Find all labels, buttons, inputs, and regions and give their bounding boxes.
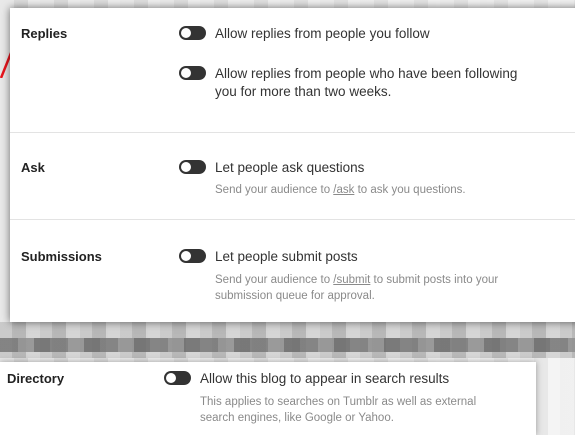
ask-option-text: Let people ask questions <box>215 160 365 175</box>
submissions-toggle[interactable] <box>179 249 206 263</box>
settings-panel: Replies Allow replies from people you fo… <box>10 8 575 322</box>
directory-toggle[interactable] <box>164 371 191 385</box>
ask-help-suffix: to ask you questions. <box>354 184 466 196</box>
directory-label: Directory <box>7 371 65 386</box>
submissions-label: Submissions <box>21 249 102 264</box>
ask-help-text: Send your audience to /ask to ask you qu… <box>215 182 466 198</box>
replies-two-weeks-toggle[interactable] <box>179 66 206 80</box>
submit-link[interactable]: /submit <box>333 274 370 286</box>
ask-help-prefix: Send your audience to <box>215 184 334 196</box>
directory-help-line1: This applies to searches on Tumblr as we… <box>200 396 477 408</box>
replies-two-weeks-line1: Allow replies from people who have been … <box>215 66 518 81</box>
submissions-help-prefix: Send your audience to <box>215 274 334 286</box>
directory-option[interactable]: Allow this blog to appear in search resu… <box>164 370 449 388</box>
replies-two-weeks-option[interactable]: Allow replies from people who have been … <box>179 65 517 101</box>
divider <box>10 219 575 220</box>
ask-option[interactable]: Let people ask questions <box>179 159 364 177</box>
replies-two-weeks-line2: you for more than two weeks. <box>215 84 392 99</box>
replies-two-weeks-text: Allow replies from people who have been … <box>215 65 517 101</box>
directory-panel: Directory Allow this blog to appear in s… <box>0 362 536 435</box>
ask-toggle[interactable] <box>179 160 206 174</box>
replies-follow-text: Allow replies from people you follow <box>215 26 430 41</box>
directory-help-line2: search engines, like Google or Yahoo. <box>200 412 394 424</box>
submissions-help-text: Send your audience to /submit to submit … <box>215 272 498 304</box>
submissions-option[interactable]: Let people submit posts <box>179 248 358 266</box>
directory-help-text: This applies to searches on Tumblr as we… <box>200 394 476 426</box>
directory-option-text: Allow this blog to appear in search resu… <box>200 371 450 386</box>
replies-follow-toggle[interactable] <box>179 26 206 40</box>
submissions-help-line2: submission queue for approval. <box>215 290 375 302</box>
replies-follow-option[interactable]: Allow replies from people you follow <box>179 25 430 43</box>
submissions-option-text: Let people submit posts <box>215 249 358 264</box>
blurred-background-dark-strip <box>0 338 575 352</box>
divider <box>10 132 575 133</box>
ask-link[interactable]: /ask <box>333 184 354 196</box>
replies-label: Replies <box>21 26 68 41</box>
submissions-help-suffix: to submit posts into your <box>370 274 499 286</box>
ask-label: Ask <box>21 160 45 175</box>
